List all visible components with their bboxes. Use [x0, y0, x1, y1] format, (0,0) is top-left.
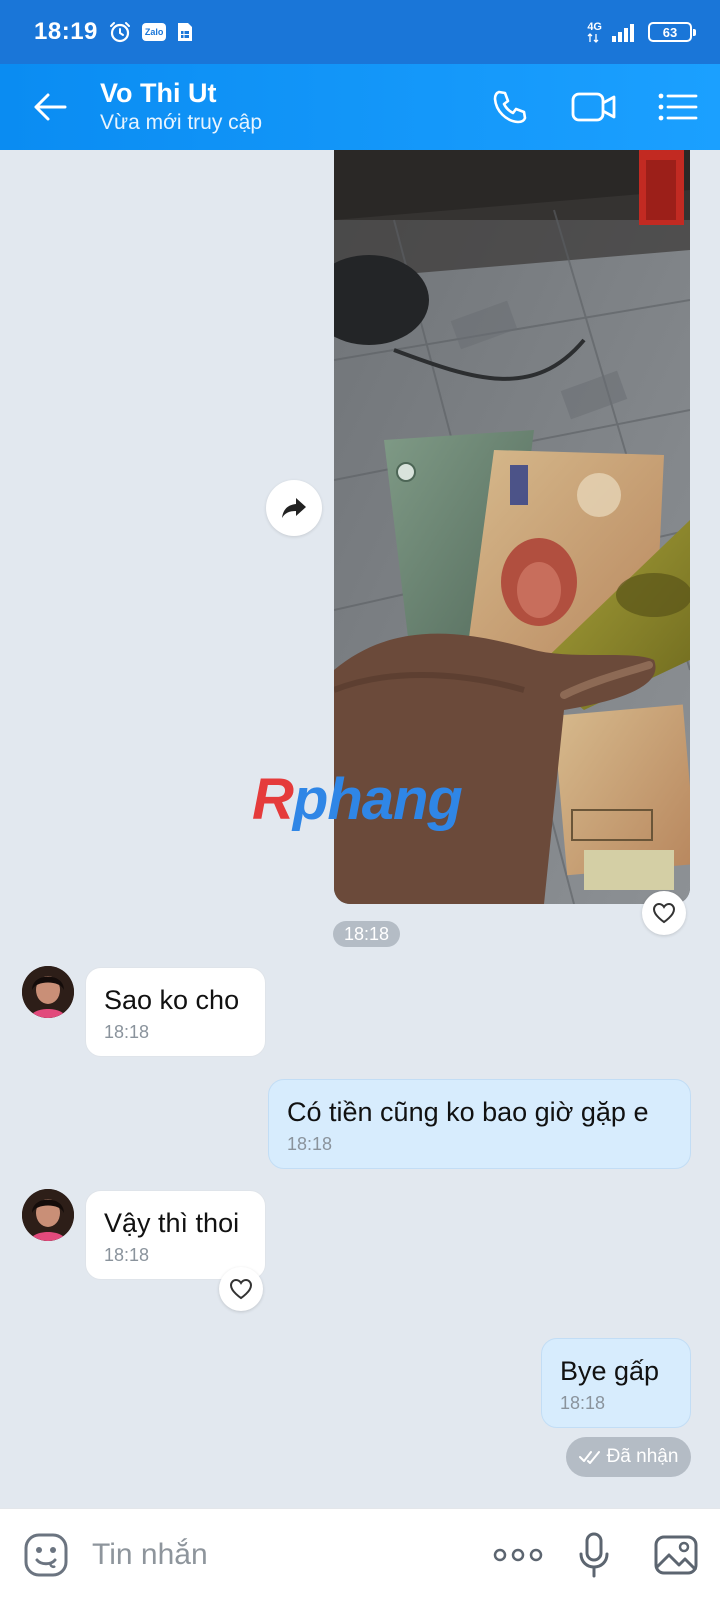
alarm-icon: [108, 20, 132, 44]
avatar[interactable]: [22, 1189, 74, 1241]
battery-indicator: 63: [648, 22, 696, 42]
forward-button[interactable]: [266, 480, 322, 536]
message-time: 18:18: [287, 1134, 333, 1154]
watermark-rest: phang: [292, 767, 463, 832]
message-text: Bye gấp: [560, 1356, 660, 1386]
message-input-bar: [0, 1508, 720, 1600]
status-time: 18:19: [34, 18, 98, 45]
message-bubble-incoming[interactable]: Sao ko cho 18:18: [85, 967, 266, 1057]
status-icons-left: Zalo: [108, 20, 195, 44]
message-time: 18:18: [104, 1245, 150, 1265]
arrow-left-icon: [34, 93, 67, 121]
message-time: 18:18: [560, 1393, 606, 1413]
heart-icon: [229, 1278, 253, 1300]
more-options-button[interactable]: [480, 1509, 556, 1600]
avatar-photo: [22, 966, 74, 1018]
contact-name: Vo Thi Ut: [100, 78, 217, 108]
more-dots-icon: [493, 1548, 543, 1561]
sim-card-icon: [176, 21, 194, 43]
emoji-button[interactable]: [0, 1509, 92, 1600]
status-bar: 18:19 Zalo 4G 63: [0, 0, 720, 64]
delivery-status-text: Đã nhận: [606, 1446, 679, 1467]
video-camera-icon: [571, 92, 616, 122]
image-like-button[interactable]: [642, 891, 686, 935]
video-call-button[interactable]: [552, 64, 636, 150]
chat-header: Vo Thi Ut Vừa mới truy cập: [0, 64, 720, 150]
status-icons-right: 4G 63: [587, 20, 696, 43]
message-time: 18:18: [104, 1022, 150, 1042]
signal-icon: [612, 22, 638, 42]
message-bubble-outgoing[interactable]: Có tiền cũng ko bao giờ gặp e 18:18: [268, 1079, 691, 1169]
voice-record-button[interactable]: [556, 1509, 632, 1600]
message-text: Vậy thì thoi: [104, 1208, 240, 1238]
zalo-notification-icon: Zalo: [141, 23, 167, 41]
menu-button[interactable]: [636, 64, 720, 150]
call-button[interactable]: [468, 64, 552, 150]
contact-status: Vừa mới truy cập: [100, 111, 263, 134]
emoji-face-icon: [24, 1533, 68, 1576]
phone-icon: [493, 90, 527, 124]
gallery-button[interactable]: [632, 1509, 720, 1600]
contact-info[interactable]: Vo Thi Ut Vừa mới truy cập: [100, 77, 468, 137]
image-time: 18:18: [333, 921, 401, 947]
message-text: Có tiền cũng ko bao giờ gặp e: [287, 1097, 649, 1127]
message-like-button[interactable]: [219, 1267, 263, 1311]
avatar-photo: [22, 1189, 74, 1241]
microphone-icon: [579, 1532, 609, 1577]
forward-arrow-icon: [282, 498, 306, 518]
network-label: 4G: [587, 20, 602, 43]
double-check-icon: [578, 1451, 600, 1464]
image-gallery-icon: [654, 1535, 698, 1574]
heart-icon: [652, 902, 676, 924]
message-text: Sao ko cho: [104, 985, 240, 1015]
watermark-first-letter: R: [252, 767, 294, 832]
avatar[interactable]: [22, 966, 74, 1018]
message-input[interactable]: [92, 1524, 480, 1585]
network-type: 4G: [587, 20, 602, 33]
delivery-status-badge: Đã nhận: [566, 1437, 691, 1477]
message-bubble-outgoing[interactable]: Bye gấp 18:18: [541, 1338, 691, 1428]
back-button[interactable]: [0, 64, 100, 150]
watermark-logo: Rphang: [252, 767, 463, 832]
list-menu-icon: [658, 93, 698, 121]
